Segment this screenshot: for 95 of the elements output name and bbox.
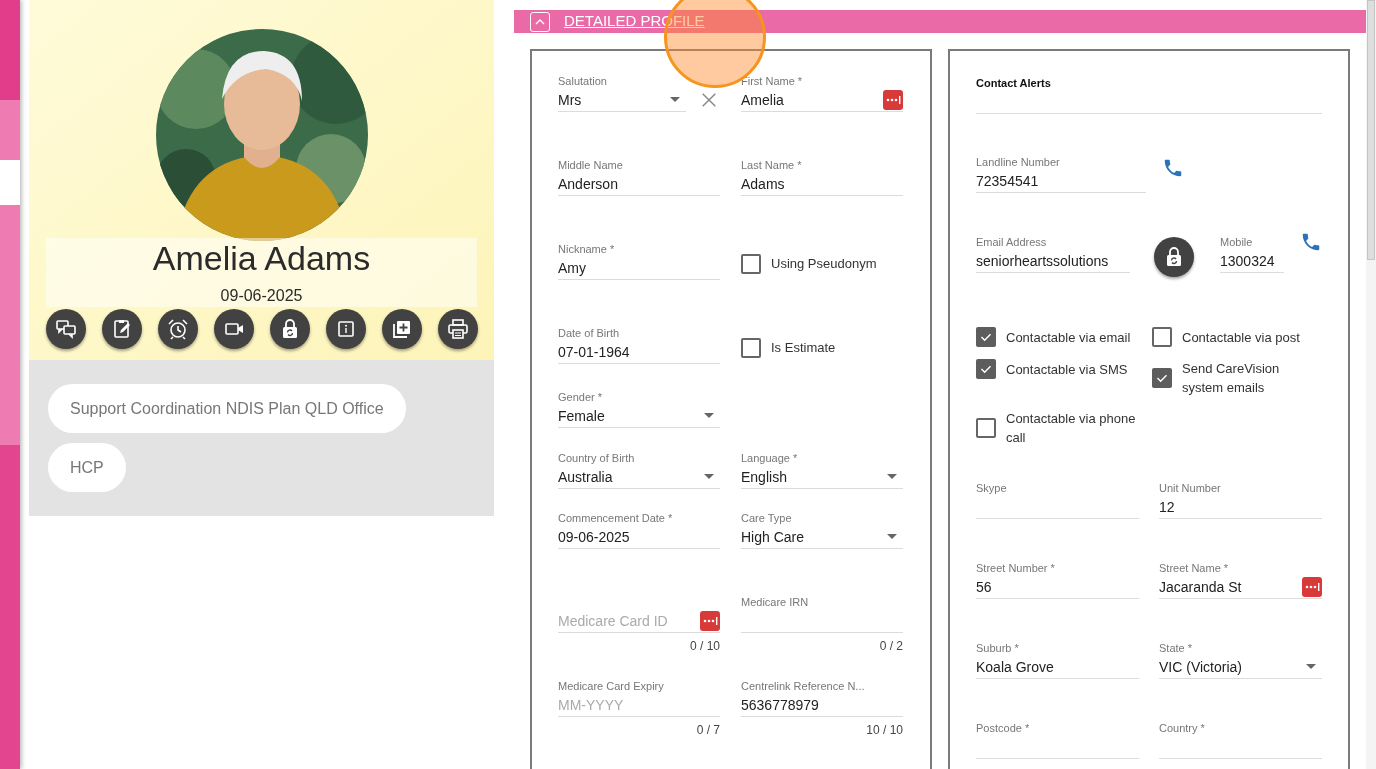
field-label: Street Name * <box>1159 561 1230 575</box>
field-label: Commencement Date * <box>558 511 674 525</box>
character-counter: 0 / 2 <box>879 639 903 653</box>
printer-button[interactable] <box>437 309 478 349</box>
chat-icon <box>53 317 78 341</box>
lock-refresh-button[interactable] <box>269 309 310 349</box>
text-field[interactable]: 5636778979 <box>741 693 903 717</box>
text-field[interactable]: 12 <box>1159 495 1322 519</box>
field-label: Salutation <box>558 74 608 88</box>
phone-icon[interactable] <box>1300 231 1322 253</box>
text-field[interactable]: Amy <box>558 256 720 280</box>
checkbox[interactable] <box>741 254 761 274</box>
caret-icon <box>670 97 680 102</box>
checkbox[interactable] <box>1152 368 1172 388</box>
clear-button[interactable] <box>700 91 718 109</box>
field-label: Country of Birth <box>558 451 636 465</box>
collapse-button[interactable] <box>530 11 550 32</box>
mask-icon[interactable] <box>883 89 903 110</box>
checkbox-label: Contactable via post <box>1182 328 1300 347</box>
text-field[interactable]: 1300324 <box>1220 249 1284 273</box>
video-camera-button[interactable] <box>213 309 254 349</box>
info-button[interactable] <box>325 309 366 349</box>
field-label: Date of Birth <box>558 326 621 340</box>
field-label: Middle Name <box>558 158 624 172</box>
text-field[interactable]: 72354541 <box>976 169 1146 193</box>
dropdown[interactable]: English <box>741 465 903 489</box>
dropdown[interactable]: High Care <box>741 525 903 549</box>
field-label: Medicare Card Expiry <box>558 679 665 693</box>
text-field[interactable]: 09-06-2025 <box>558 525 720 549</box>
text-field[interactable]: 07-01-1964 <box>558 340 720 364</box>
field-label: Mobile <box>1220 235 1254 249</box>
checkbox[interactable] <box>1152 327 1172 347</box>
dropdown[interactable]: Female <box>558 404 720 428</box>
field-label: Centrelink Reference N... <box>741 679 866 693</box>
field-label: Unit Number <box>1159 481 1222 495</box>
dropdown[interactable]: VIC (Victoria) <box>1159 655 1322 679</box>
chevron-up-icon <box>535 18 545 25</box>
text-field[interactable]: Anderson <box>558 172 720 196</box>
caret-icon <box>704 413 714 418</box>
field-label: Street Number * <box>976 561 1056 575</box>
text-field[interactable]: 56 <box>976 575 1139 599</box>
field-label: Postcode * <box>976 721 1031 735</box>
field-label: Country * <box>1159 721 1206 735</box>
dropdown[interactable]: Mrs <box>558 88 686 112</box>
caret-icon <box>887 474 897 479</box>
scrollbar-thumb[interactable] <box>1367 0 1375 260</box>
caret-icon <box>1306 664 1316 669</box>
field-label: Landline Number <box>976 155 1061 169</box>
caret-icon <box>887 534 897 539</box>
character-counter: 0 / 7 <box>696 723 720 737</box>
close-icon <box>700 91 718 109</box>
character-counter: 10 / 10 <box>866 723 903 737</box>
field-label: Nickname * <box>558 242 616 256</box>
alarm-clock-button[interactable] <box>157 309 198 349</box>
checkbox-label: Contactable via SMS <box>1006 360 1128 379</box>
text-field[interactable]: seniorheartssolutions <box>976 249 1130 273</box>
text-field[interactable]: Amelia <box>741 88 903 112</box>
dropdown[interactable]: Australia <box>558 465 720 489</box>
phone-icon[interactable] <box>1162 157 1184 179</box>
tag-chip[interactable]: Support Coordination NDIS Plan QLD Office <box>48 384 406 433</box>
text-field[interactable]: Adams <box>741 172 903 196</box>
lock-button[interactable] <box>1154 237 1194 277</box>
character-counter: 0 / 10 <box>689 639 720 653</box>
field-label: Last Name * <box>741 158 803 172</box>
profile-name: Amelia Adams <box>152 238 371 278</box>
clipboard-pencil-button[interactable] <box>101 309 142 349</box>
tag-chip[interactable]: HCP <box>48 443 126 492</box>
chat-button[interactable] <box>45 309 86 349</box>
scrollbar[interactable] <box>1366 0 1376 769</box>
text-field[interactable]: Jacaranda St <box>1159 575 1322 599</box>
field-label: State * <box>1159 641 1194 655</box>
field-label: Language * <box>741 451 799 465</box>
field-label: Care Type <box>741 511 793 525</box>
checkbox[interactable] <box>741 338 761 358</box>
checkbox-label: Contactable via email <box>1006 328 1131 347</box>
text-field[interactable]: Koala Grove <box>976 655 1139 679</box>
mask-icon[interactable] <box>1302 576 1322 597</box>
field-label: Gender * <box>558 390 604 404</box>
section-label: Contact Alerts <box>976 76 1052 90</box>
printer-icon <box>445 317 470 341</box>
mask-icon[interactable] <box>700 610 720 631</box>
field-label: Suburb * <box>976 641 1020 655</box>
field-label: Email Address <box>976 235 1048 249</box>
caret-icon <box>704 474 714 479</box>
field-label: Medicare IRN <box>741 595 810 609</box>
checkbox[interactable] <box>976 418 996 438</box>
field-label: Skype <box>976 481 1008 495</box>
checkbox[interactable] <box>976 359 996 379</box>
checkbox-label: Send CareVision system emails <box>1182 360 1281 397</box>
checkbox-label: Contactable via phone call <box>1006 410 1137 447</box>
checkbox[interactable] <box>976 327 996 347</box>
checkbox-label: Is Estimate <box>771 339 836 357</box>
profile-date: 09-06-2025 <box>220 286 303 306</box>
add-copy-button[interactable] <box>381 309 422 349</box>
checkbox-label: Using Pseudonym <box>771 255 877 273</box>
